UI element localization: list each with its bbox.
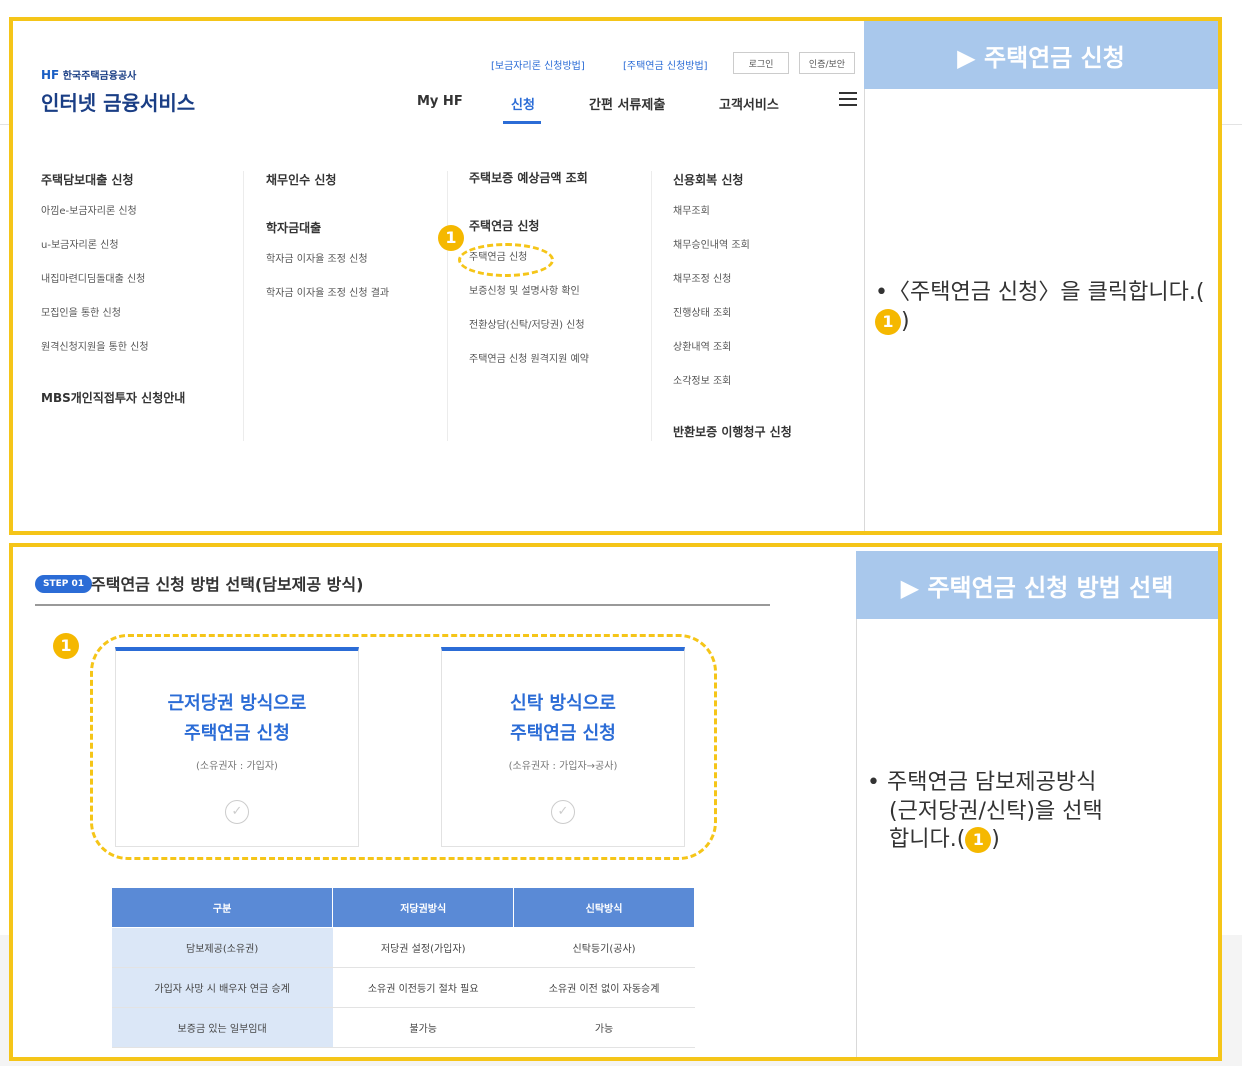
card-title-line2: 주택연금 신청 xyxy=(510,723,616,744)
side-title: ▶ 주택연금 신청 방법 선택 xyxy=(856,551,1218,619)
check-icon[interactable]: ✓ xyxy=(225,800,249,824)
menu-item[interactable]: 아낌e-보금자리론 신청 xyxy=(41,205,185,239)
table-header-row: 구분 저당권방식 신탁방식 xyxy=(110,887,695,928)
menu-item[interactable]: 내집마련디딤돌대출 신청 xyxy=(41,273,185,307)
menu-item[interactable]: 채무승인내역 조회 xyxy=(673,239,792,273)
table-row: 가입자 사망 시 배우자 연금 승계 소유권 이전등기 절차 필요 소유권 이전… xyxy=(111,967,695,1008)
menu-column-debt: 채무인수 신청 학자금대출 학자금 이자율 조정 신청 학자금 이자율 조정 신… xyxy=(266,171,389,321)
comparison-table: 구분 저당권방식 신탁방식 담보제공(소유권) 저당권 설정(가입자) 신탁등기… xyxy=(110,887,695,1048)
step-pill: STEP 01 xyxy=(35,575,93,593)
instruction-line: (근저당권/신탁)을 선택 xyxy=(889,798,1103,824)
table-header: 신탁방식 xyxy=(513,887,695,928)
table-header: 저당권방식 xyxy=(332,887,515,928)
check-icon[interactable]: ✓ xyxy=(551,800,575,824)
table-row-header: 보증금 있는 일부임대 xyxy=(111,1007,333,1048)
hf-logo-mark: HF xyxy=(41,68,60,82)
menu-heading[interactable]: 주택담보대출 신청 xyxy=(41,171,185,193)
menu-column-pension: 주택보증 예상금액 조회 주택연금 신청 주택연금 신청 보증신청 및 설명사항… xyxy=(469,169,589,387)
instruction-line: • 주택연금 담보제공방식 xyxy=(867,770,1097,795)
menu-item[interactable]: 학자금 이자율 조정 신청 결과 xyxy=(266,287,389,321)
menu-item[interactable]: 모집인을 통한 신청 xyxy=(41,307,185,341)
menu-heading[interactable]: 반환보증 이행청구 신청 xyxy=(673,423,792,445)
top-link-pension-guide[interactable]: [주택연금 신청방법] xyxy=(623,57,708,72)
menu-heading[interactable]: 채무인수 신청 xyxy=(266,171,389,193)
card-title-line1: 신탁 방식으로 xyxy=(510,693,616,714)
menu-column-mortgage: 주택담보대출 신청 아낌e-보금자리론 신청 u-보금자리론 신청 내집마련디딤… xyxy=(41,171,185,411)
instruction-label: •〈주택연금 신청〉을 클릭합니다.( xyxy=(875,280,1205,305)
table-cell: 소유권 이전등기 절차 필요 xyxy=(332,967,514,1008)
column-divider xyxy=(447,171,448,441)
logo-org-name: 한국주택금융공사 xyxy=(62,71,137,82)
logo-small[interactable]: HF 한국주택금융공사 xyxy=(41,67,136,82)
menu-heading[interactable]: MBS개인직접투자 신청안내 xyxy=(41,389,185,411)
card-title-line2: 주택연금 신청 xyxy=(184,723,290,744)
table-row: 담보제공(소유권) 저당권 설정(가입자) 신탁등기(공사) xyxy=(111,927,695,968)
gnb-apply[interactable]: 신청 xyxy=(511,94,535,113)
instruction-close: ) xyxy=(901,308,910,334)
table-header: 구분 xyxy=(110,887,334,928)
gnb-customer-service[interactable]: 고객서비스 xyxy=(719,94,779,113)
card-title-line1: 근저당권 방식으로 xyxy=(167,693,307,714)
highlight-ellipse xyxy=(458,243,554,277)
menu-heading[interactable]: 주택보증 예상금액 조회 xyxy=(469,169,589,191)
gnb-active-indicator xyxy=(503,121,541,124)
site-title[interactable]: 인터넷 금융서비스 xyxy=(41,87,195,116)
menu-column-credit: 신용회복 신청 채무조회 채무승인내역 조회 채무조정 신청 진행상태 조회 상… xyxy=(673,171,792,445)
menu-item[interactable]: 상환내역 조회 xyxy=(673,341,792,375)
column-divider xyxy=(651,171,652,441)
table-cell: 신탁등기(공사) xyxy=(513,927,695,968)
step-badge: 1 xyxy=(438,225,464,251)
hamburger-menu-icon[interactable] xyxy=(839,92,857,110)
card-subtitle: (소유권자 : 가입자→공사) xyxy=(508,761,618,772)
option-card-trust[interactable]: 신탁 방식으로 주택연금 신청 (소유권자 : 가입자→공사) ✓ xyxy=(441,647,685,847)
option-card-mortgage[interactable]: 근저당권 방식으로 주택연금 신청 (소유권자 : 가입자) ✓ xyxy=(115,647,359,847)
column-divider xyxy=(243,171,244,441)
step-badge: 1 xyxy=(53,633,79,659)
step-badge: 1 xyxy=(875,308,901,335)
table-row: 보증금 있는 일부임대 불가능 가능 xyxy=(111,1007,695,1048)
security-button[interactable]: 인증/보안 xyxy=(799,52,855,74)
menu-item[interactable]: 원격신청지원을 통한 신청 xyxy=(41,341,185,375)
menu-item[interactable]: 학자금 이자율 조정 신청 xyxy=(266,253,389,287)
table-row-header: 가입자 사망 시 배우자 연금 승계 xyxy=(111,967,333,1008)
table-row-header: 담보제공(소유권) xyxy=(111,927,333,968)
menu-item[interactable]: 진행상태 조회 xyxy=(673,307,792,341)
instruction-line: 합니다.(1) xyxy=(867,826,1103,855)
table-cell: 소유권 이전 없이 자동승계 xyxy=(513,967,695,1008)
table-cell: 가능 xyxy=(513,1007,695,1048)
menu-item[interactable]: 전환상담(신탁/저당권) 신청 xyxy=(469,319,589,353)
card-subtitle: (소유권자 : 가입자) xyxy=(196,761,278,772)
menu-heading[interactable]: 신용회복 신청 xyxy=(673,171,792,193)
login-button[interactable]: 로그인 xyxy=(733,52,789,74)
side-panel: • 주택연금 담보제공방식 (근저당권/신탁)을 선택 합니다.(1) xyxy=(856,619,1218,1057)
screenshot-panel-method: STEP 01 주택연금 신청 방법 선택(담보제공 방식) 1 근저당권 방식… xyxy=(9,543,1222,1061)
instruction-label: 합니다.( xyxy=(889,827,966,853)
step-title: 주택연금 신청 방법 선택(담보제공 방식) xyxy=(91,575,364,594)
menu-item[interactable]: 보증신청 및 설명사항 확인 xyxy=(469,285,589,319)
menu-item[interactable]: 채무조회 xyxy=(673,205,792,239)
gnb-my-hf[interactable]: My HF xyxy=(417,94,463,109)
instruction-text: •〈주택연금 신청〉을 클릭합니다.( 1) xyxy=(875,279,1218,336)
side-panel: •〈주택연금 신청〉을 클릭합니다.( 1) xyxy=(864,89,1218,531)
side-title: ▶ 주택연금 신청 xyxy=(864,21,1218,89)
instruction-close: ) xyxy=(991,827,1000,853)
top-link-loan-guide[interactable]: [보금자리론 신청방법] xyxy=(491,57,585,72)
menu-item[interactable]: u-보금자리론 신청 xyxy=(41,239,185,273)
table-cell: 불가능 xyxy=(332,1007,514,1048)
menu-heading[interactable]: 학자금대출 xyxy=(266,219,389,241)
menu-heading[interactable]: 주택연금 신청 xyxy=(469,217,589,239)
menu-item[interactable]: 주택연금 신청 원격지원 예약 xyxy=(469,353,589,387)
screenshot-panel-menu: HF 한국주택금융공사 인터넷 금융서비스 [보금자리론 신청방법] [주택연금… xyxy=(9,17,1222,535)
step-badge: 1 xyxy=(965,827,992,854)
menu-item[interactable]: 소각정보 조회 xyxy=(673,375,792,409)
title-underline xyxy=(35,604,770,606)
menu-item[interactable]: 채무조정 신청 xyxy=(673,273,792,307)
instruction-text: • 주택연금 담보제공방식 (근저당권/신탁)을 선택 합니다.(1) xyxy=(867,769,1103,855)
table-cell: 저당권 설정(가입자) xyxy=(332,927,514,968)
gnb-document-submit[interactable]: 간편 서류제출 xyxy=(589,94,665,113)
